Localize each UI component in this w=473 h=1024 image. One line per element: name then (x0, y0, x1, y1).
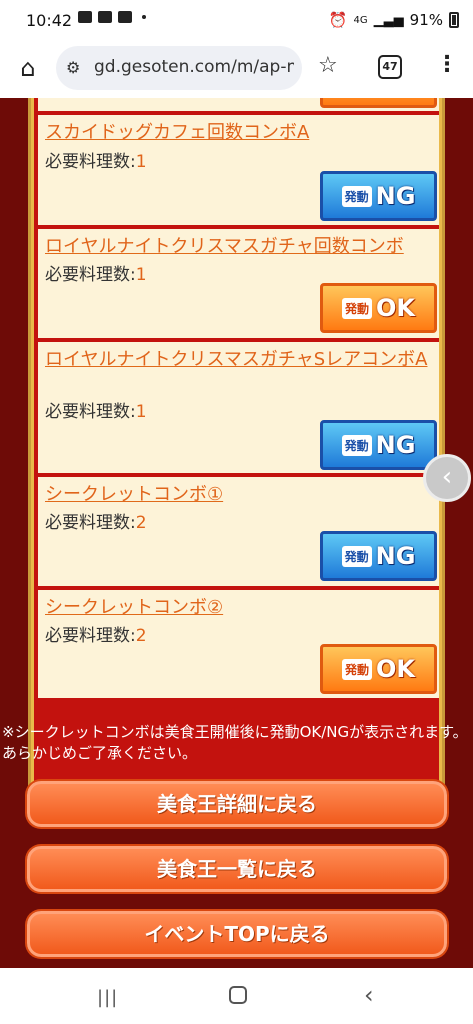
address-bar[interactable]: ⚙ gd.gesoten.com/m/ap-m (56, 46, 302, 90)
back-nav-icon[interactable]: ‹ (364, 981, 374, 1009)
combo-name-link[interactable]: スカイドッグカフェ回数コンボA (45, 121, 439, 145)
required-count-value: 1 (135, 265, 147, 285)
site-settings-icon[interactable]: ⚙ (66, 58, 80, 77)
required-count-value: 2 (135, 513, 147, 533)
back-to-detail-button[interactable]: 美食王詳細に戻る (27, 781, 447, 827)
required-count-value: 2 (135, 626, 147, 646)
status-badge: 発動 NG (320, 531, 437, 581)
url-text[interactable]: gd.gesoten.com/m/ap-m (94, 57, 294, 77)
browser-toolbar: ⌂ ⚙ gd.gesoten.com/m/ap-m ☆ 47 ⋮ (0, 40, 473, 98)
list-item: シークレットコンボ② 必要料理数:2 発動 OK (38, 590, 439, 698)
combo-name-link[interactable]: ロイヤルナイトクリスマスガチャ回数コンボ (45, 235, 439, 259)
status-badge-text: NG (375, 542, 416, 570)
combo-name-link[interactable]: ロイヤルナイトクリスマスガチャSレアコンボA (45, 348, 439, 372)
combo-list: スカイドッグカフェ回数コンボA 必要料理数:1 発動 NG ロイヤルナイトクリスマ… (34, 98, 439, 804)
gallery-icon (78, 11, 92, 23)
bookmark-star-icon[interactable]: ☆ (318, 53, 338, 78)
combo-list-panel: スカイドッグカフェ回数コンボA 必要料理数:1 発動 NG ロイヤルナイトクリスマ… (28, 98, 445, 810)
back-to-event-top-button[interactable]: イベントTOPに戻る (27, 911, 447, 957)
side-drawer-chevron-left-icon[interactable]: ‹ (423, 454, 471, 502)
tab-switcher-button[interactable]: 47 (378, 55, 402, 79)
required-count-label: 必要料理数: (45, 626, 136, 646)
required-count-label: 必要料理数: (45, 265, 136, 285)
mail-icon (98, 11, 112, 23)
notification-icons (78, 11, 146, 23)
status-bar: 10:42 ⏰ 4G ▁▃▅ 91% (0, 0, 473, 40)
battery-level: 91% (409, 11, 443, 29)
status-badge-prefix: 発動 (341, 658, 372, 680)
list-item: ロイヤルナイトクリスマスガチャSレアコンボA 必要料理数:1 発動 NG (38, 342, 439, 473)
status-badge: 発動 NG (320, 171, 437, 221)
back-to-list-button[interactable]: 美食王一覧に戻る (27, 846, 447, 892)
status-badge-partial (320, 98, 437, 108)
network-type: 4G (353, 14, 368, 26)
list-item: シークレットコンボ① 必要料理数:2 発動 NG (38, 477, 439, 586)
secret-combo-note: ※シークレットコンボは美食王開催後に発動OK/NGが表示されます。あらかじめご了… (2, 723, 468, 762)
signal-icon: ▁▃▅ (373, 12, 404, 28)
required-count-label: 必要料理数: (45, 152, 136, 172)
youtube-icon (118, 11, 132, 23)
status-badge-text: NG (375, 182, 416, 210)
status-badge-text: OK (376, 655, 415, 683)
more-notifications-icon (142, 15, 146, 19)
list-item: ロイヤルナイトクリスマスガチャ回数コンボ 必要料理数:1 発動 OK (38, 229, 439, 338)
recents-icon[interactable]: ||| (97, 987, 118, 1008)
required-count-value: 1 (135, 152, 147, 172)
status-badge-prefix: 発動 (341, 434, 372, 456)
battery-icon (449, 12, 459, 28)
browser-menu-icon[interactable]: ⋮ (436, 52, 458, 77)
required-count: 必要料理数:1 (45, 147, 147, 172)
home-button[interactable]: ⌂ (14, 54, 42, 82)
status-badge: 発動 OK (320, 644, 437, 694)
status-right: ⏰ 4G ▁▃▅ 91% (329, 11, 459, 29)
status-time: 10:42 (26, 11, 73, 30)
status-badge-text: NG (375, 431, 416, 459)
list-item-partial (38, 98, 439, 111)
required-count-label: 必要料理数: (45, 513, 136, 533)
required-count: 必要料理数:2 (45, 508, 147, 533)
list-item: スカイドッグカフェ回数コンボA 必要料理数:1 発動 NG (38, 115, 439, 225)
page-content: スカイドッグカフェ回数コンボA 必要料理数:1 発動 NG ロイヤルナイトクリスマ… (0, 98, 473, 968)
required-count: 必要料理数:1 (45, 260, 147, 285)
required-count-value: 1 (135, 402, 147, 422)
status-badge-text: OK (376, 294, 415, 322)
combo-name-link[interactable]: シークレットコンボ① (45, 483, 439, 507)
status-badge-prefix: 発動 (341, 297, 372, 319)
combo-name-link[interactable]: シークレットコンボ② (45, 596, 439, 620)
required-count-label: 必要料理数: (45, 402, 136, 422)
required-count: 必要料理数:1 (45, 397, 147, 422)
status-badge: 発動 OK (320, 283, 437, 333)
status-badge-prefix: 発動 (341, 185, 372, 207)
status-badge-prefix: 発動 (341, 545, 372, 567)
alarm-icon: ⏰ (328, 11, 348, 29)
system-navigation-bar: ||| ‹ (0, 968, 473, 1024)
home-nav-icon[interactable] (229, 986, 247, 1004)
required-count: 必要料理数:2 (45, 621, 147, 646)
status-badge: 発動 NG (320, 420, 437, 470)
